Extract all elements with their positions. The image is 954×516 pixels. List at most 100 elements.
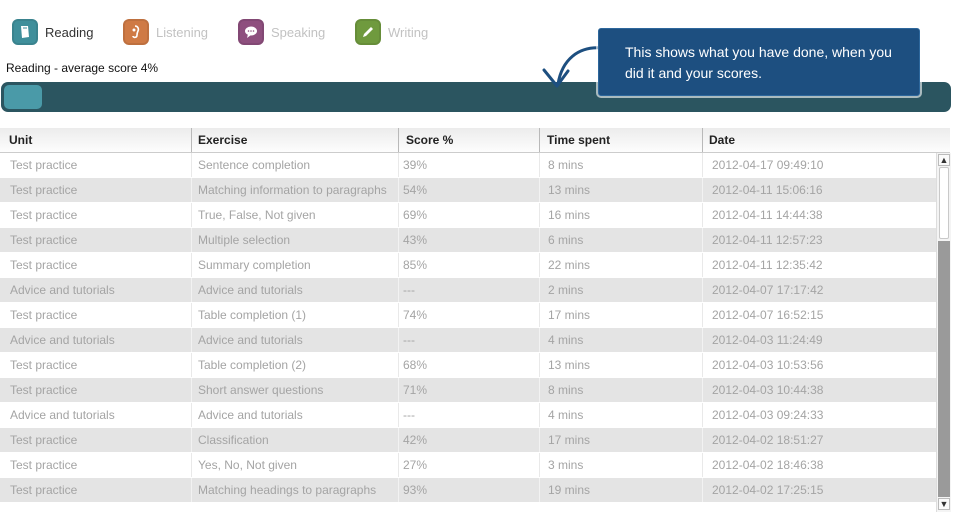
reading-icon [12,19,38,45]
cell-unit: Test practice [10,433,78,447]
cell-score: 68% [403,358,428,372]
column-divider [702,128,703,152]
column-header-date[interactable]: Date [709,133,735,147]
tab-listening[interactable]: Listening [123,18,208,46]
scroll-up-icon[interactable]: ▲ [938,154,950,166]
table-row[interactable]: Test practice Sentence completion 39% 8 min… [0,153,936,177]
tab-reading[interactable]: Reading [12,18,93,46]
cell-score: 43% [403,233,428,247]
cell-unit: Advice and tutorials [10,333,115,347]
cell-exercise: Sentence completion [198,158,311,172]
cell-date: 2012-04-02 18:51:27 [712,433,824,447]
column-divider [398,353,399,377]
scroll-thumb[interactable] [939,167,949,239]
column-divider [539,478,540,502]
table-row[interactable]: Advice and tutorials Advice and tutorials… [0,278,936,302]
table-row[interactable]: Test practice Table completion (2) 68% 13 m… [0,353,936,377]
column-divider [702,428,703,452]
table-row[interactable]: Test practice Matching information to par… [0,178,936,202]
cell-score: --- [403,283,415,297]
cell-unit: Test practice [10,483,78,497]
table-row[interactable]: Test practice Yes, No, Not given 27% 3 mins… [0,453,936,477]
cell-exercise: Matching information to paragraphs [198,183,387,197]
cell-time-spent: 8 mins [548,158,584,172]
table-row[interactable]: Test practice Multiple selection 43% 6 mins… [0,228,936,252]
column-divider [191,128,192,152]
progress-table: Unit Exercise Score % Time spent Date Te… [0,128,951,512]
column-divider [702,153,703,177]
cell-exercise: Advice and tutorials [198,408,303,422]
column-header-unit[interactable]: Unit [9,133,32,147]
column-divider [398,128,399,152]
cell-unit: Test practice [10,258,78,272]
column-divider [398,453,399,477]
cell-exercise: Multiple selection [198,233,291,247]
cell-exercise: Table completion (1) [198,308,307,322]
table-row[interactable]: Test practice Summary completion 85% 22 min… [0,253,936,277]
cell-time-spent: 4 mins [548,408,584,422]
column-divider [539,328,540,352]
cell-unit: Advice and tutorials [10,408,115,422]
column-divider [398,378,399,402]
cell-date: 2012-04-03 11:24:49 [712,333,823,347]
column-header-exercise[interactable]: Exercise [198,133,247,147]
column-divider [191,378,192,402]
scroll-down-icon[interactable]: ▼ [938,498,950,510]
column-divider [398,303,399,327]
table-row[interactable]: Test practice Matching headings to paragr… [0,478,936,502]
column-divider [539,253,540,277]
column-divider [398,203,399,227]
table-row[interactable]: Advice and tutorials Advice and tutorials… [0,328,936,352]
tab-writing[interactable]: Writing [355,18,428,46]
cell-exercise: Advice and tutorials [198,283,303,297]
tab-label: Writing [388,24,429,40]
cell-date: 2012-04-07 17:17:42 [712,283,824,297]
cell-date: 2012-04-02 18:46:38 [712,458,824,472]
column-divider [702,353,703,377]
column-divider [398,478,399,502]
column-divider [539,228,540,252]
cell-exercise: Classification [198,433,269,447]
cell-date: 2012-04-03 10:44:38 [712,383,824,397]
column-divider [398,428,399,452]
cell-score: 27% [403,458,428,472]
cell-exercise: Summary completion [198,258,311,272]
cell-unit: Test practice [10,458,78,472]
cell-time-spent: 6 mins [548,233,584,247]
scroll-track[interactable] [938,241,950,497]
column-header-time-spent[interactable]: Time spent [547,133,610,147]
cell-score: 71% [403,383,428,397]
table-scrollbar[interactable]: ▲ ▼ [936,153,951,512]
column-divider [539,303,540,327]
column-divider [539,378,540,402]
column-divider [191,478,192,502]
cell-time-spent: 2 mins [548,283,584,297]
column-divider [398,153,399,177]
column-divider [539,403,540,427]
column-divider [398,178,399,202]
table-row[interactable]: Test practice True, False, Not given 69% 16… [0,203,936,227]
column-divider [191,228,192,252]
callout-text: This shows what you have done, when you … [625,44,892,81]
column-divider [191,203,192,227]
cell-date: 2012-04-11 12:57:23 [712,233,823,247]
tab-speaking[interactable]: Speaking [238,18,325,46]
tab-label: Listening [156,24,209,40]
cell-date: 2012-04-11 15:06:16 [712,183,823,197]
column-header-score[interactable]: Score % [406,133,453,147]
cell-score: --- [403,408,415,422]
column-divider [702,328,703,352]
column-divider [191,403,192,427]
table-header: Unit Exercise Score % Time spent Date [0,128,950,153]
cell-score: 74% [403,308,428,322]
table-row[interactable]: Test practice Table completion (1) 74% 17 m… [0,303,936,327]
column-divider [702,303,703,327]
cell-time-spent: 4 mins [548,333,584,347]
cell-date: 2012-04-11 14:44:38 [712,208,823,222]
table-row[interactable]: Test practice Classification 42% 17 mins 201… [0,428,936,452]
table-row[interactable]: Advice and tutorials Advice and tutorials… [0,403,936,427]
column-divider [702,453,703,477]
column-divider [191,278,192,302]
column-divider [702,478,703,502]
table-row[interactable]: Test practice Short answer questions 71% 8 … [0,378,936,402]
